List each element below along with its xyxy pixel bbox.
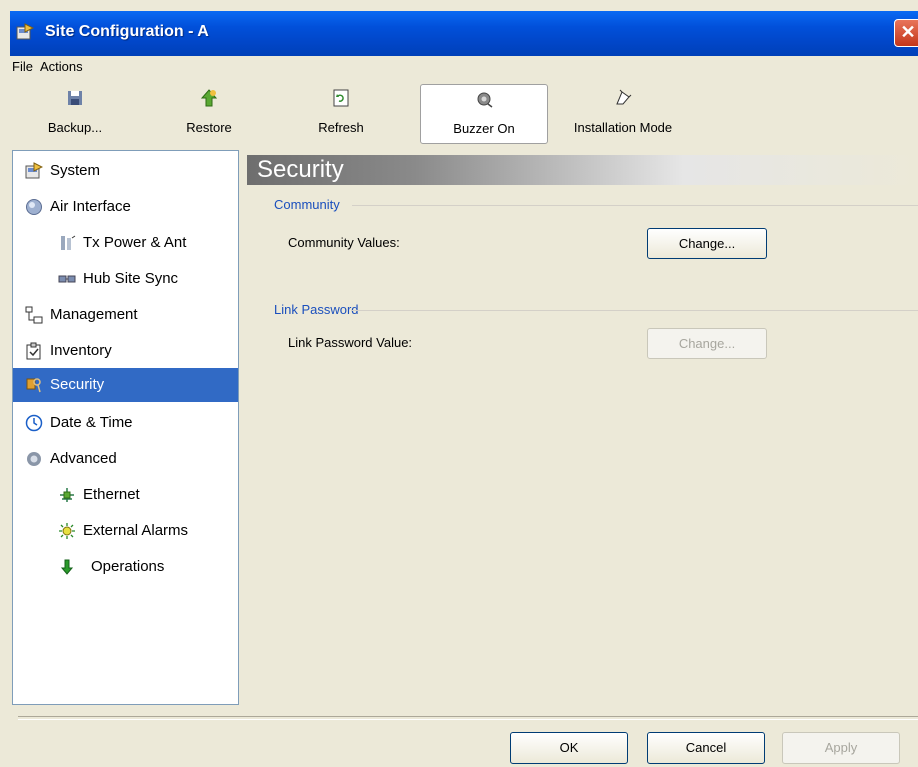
link-password-divider [352, 310, 918, 311]
close-icon: ✕ [900, 22, 916, 42]
sidebar-item-security[interactable]: Security [13, 368, 238, 402]
antenna-icon [61, 235, 76, 250]
sidebar-item-management[interactable]: Management [13, 298, 238, 332]
installation-mode-button[interactable]: Installation Mode [558, 84, 688, 144]
system-icon [25, 162, 43, 179]
installation-icon [616, 89, 632, 105]
restore-icon [200, 89, 218, 107]
menu-actions[interactable]: Actions [40, 59, 83, 74]
sidebar-item-tx-power[interactable]: Tx Power & Ant [13, 226, 238, 260]
air-interface-icon [26, 199, 42, 215]
link-password-group-label: Link Password [274, 302, 359, 317]
buzzer-icon [477, 92, 493, 108]
refresh-button[interactable]: Refresh [306, 84, 376, 144]
sidebar-item-date-time[interactable]: Date & Time [13, 406, 238, 440]
apply-button[interactable]: Apply [782, 732, 900, 764]
close-button[interactable]: ✕ [894, 19, 918, 47]
community-values-label: Community Values: [288, 235, 400, 250]
community-group-label: Community [274, 197, 340, 212]
sidebar-item-inventory[interactable]: Inventory [13, 334, 238, 368]
clock-icon [25, 414, 43, 432]
sidebar-item-advanced[interactable]: Advanced [13, 442, 238, 476]
restore-button[interactable]: Restore [176, 84, 242, 144]
link-password-change-button[interactable]: Change... [647, 328, 767, 359]
toolbar: Backup... Restore Refresh Buzzer On Inst… [10, 80, 918, 148]
ethernet-icon [60, 488, 74, 502]
footer-divider [18, 716, 918, 720]
window-title: Site Configuration - A [45, 23, 209, 40]
section-banner: Security [247, 155, 918, 185]
inventory-icon [26, 342, 41, 360]
sidebar-item-system[interactable]: System [13, 154, 238, 188]
alarm-icon [59, 523, 75, 539]
navigation-tree: System Air Interface Tx Power & Ant Hub … [12, 150, 239, 705]
menu-bar: File Actions [10, 56, 918, 80]
sync-icon [58, 275, 76, 283]
gear-icon [27, 452, 41, 466]
sidebar-item-external-alarms[interactable]: External Alarms [13, 514, 238, 548]
sidebar-item-hub-site-sync[interactable]: Hub Site Sync [13, 262, 238, 296]
app-icon [16, 23, 34, 40]
refresh-icon [333, 89, 349, 107]
management-icon [25, 306, 43, 324]
sidebar-item-ethernet[interactable]: Ethernet [13, 478, 238, 512]
title-bar: Site Configuration - A ✕ [10, 11, 918, 56]
arrow-down-icon [60, 559, 74, 575]
page-title: Security [257, 156, 344, 183]
cancel-button[interactable]: Cancel [647, 732, 765, 764]
content-panel: Security Community Community Values: Cha… [247, 150, 918, 705]
sidebar-item-operations[interactable]: Operations [13, 550, 238, 584]
backup-button[interactable]: Backup... [42, 84, 108, 144]
link-password-value-label: Link Password Value: [288, 335, 413, 350]
menu-file[interactable]: File [12, 59, 33, 74]
sidebar-item-air-interface[interactable]: Air Interface [13, 190, 238, 224]
buzzer-button[interactable]: Buzzer On [420, 84, 548, 144]
save-icon [68, 91, 82, 105]
community-divider [352, 205, 918, 206]
dialog-footer: OK Cancel Apply [10, 705, 918, 767]
security-icon [26, 378, 41, 393]
community-change-button[interactable]: Change... [647, 228, 767, 259]
ok-button[interactable]: OK [510, 732, 628, 764]
